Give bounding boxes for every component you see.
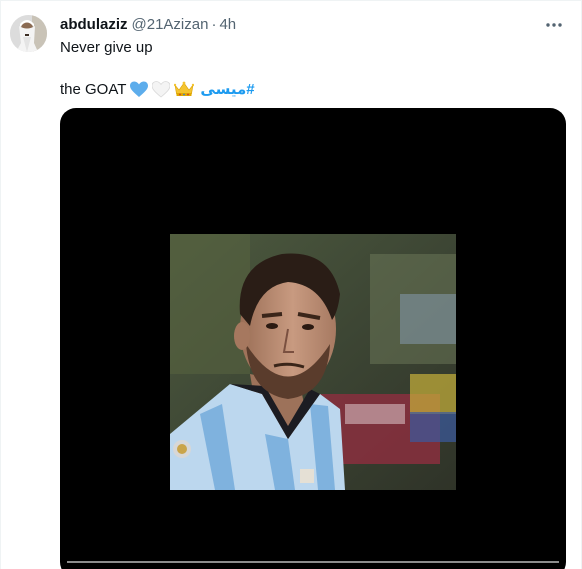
tweet-header: abdulaziz @21Azizan · 4h: [60, 16, 236, 36]
video-progress-bar[interactable]: [67, 561, 559, 563]
tweet-text-goat: the GOAT: [60, 80, 127, 98]
hashtag-link[interactable]: #ميسى: [200, 80, 254, 98]
tweet-video[interactable]: [60, 108, 566, 569]
video-frame: [170, 234, 456, 490]
white-heart-icon: [152, 80, 171, 98]
tweet-card[interactable]: abdulaziz @21Azizan · 4h Never give up t…: [0, 0, 582, 569]
more-options-icon[interactable]: [541, 13, 567, 37]
tweet-timestamp[interactable]: 4h: [219, 16, 236, 33]
tweet-text-line2: the GOAT #ميسى: [60, 79, 255, 99]
blue-heart-icon: [130, 81, 149, 98]
avatar[interactable]: [10, 15, 47, 52]
author-name[interactable]: abdulaziz: [60, 16, 128, 33]
tweet-text-line1: Never give up: [60, 39, 153, 56]
crown-icon: [174, 81, 195, 97]
separator-dot: ·: [211, 16, 217, 33]
author-handle[interactable]: @21Azizan: [132, 16, 209, 33]
